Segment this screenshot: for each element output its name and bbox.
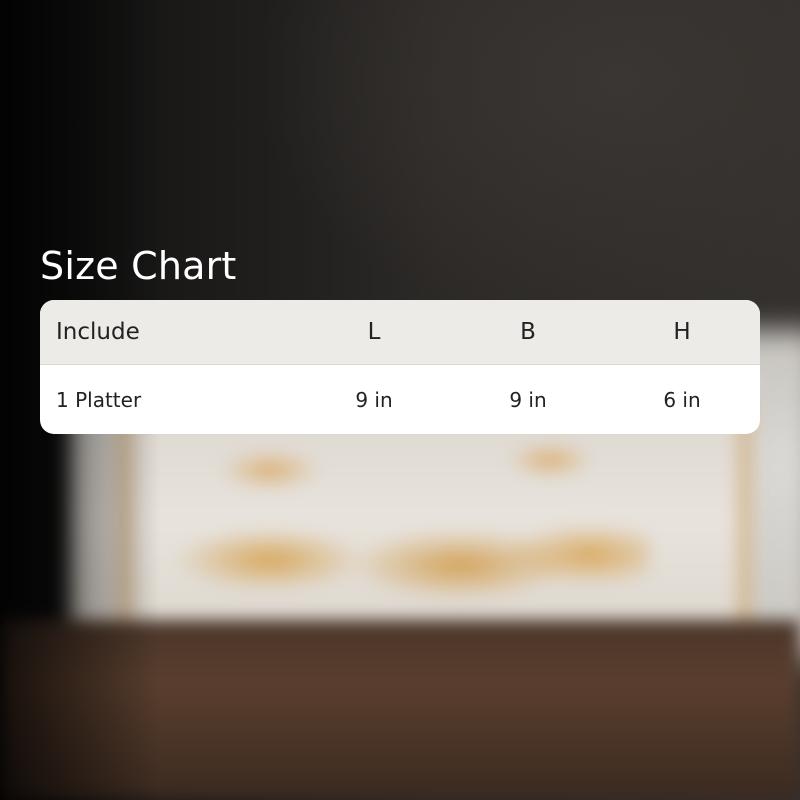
cell-item: 1 Platter <box>56 387 142 412</box>
header-breadth: B <box>520 319 536 345</box>
cell-length: 9 in <box>355 387 393 412</box>
page-title: Size Chart <box>40 244 237 288</box>
cell-height: 6 in <box>663 387 701 412</box>
table-row: 1 Platter 9 in 9 in 6 in <box>40 365 760 434</box>
cell-breadth: 9 in <box>509 387 547 412</box>
header-length: L <box>367 319 381 345</box>
header-include: Include <box>56 319 140 345</box>
background-platter-artwork <box>160 430 650 610</box>
header-height: H <box>673 319 691 345</box>
size-chart-table: Include L B H 1 Platter 9 in 9 in 6 in <box>40 300 760 434</box>
table-header-row: Include L B H <box>40 300 760 365</box>
